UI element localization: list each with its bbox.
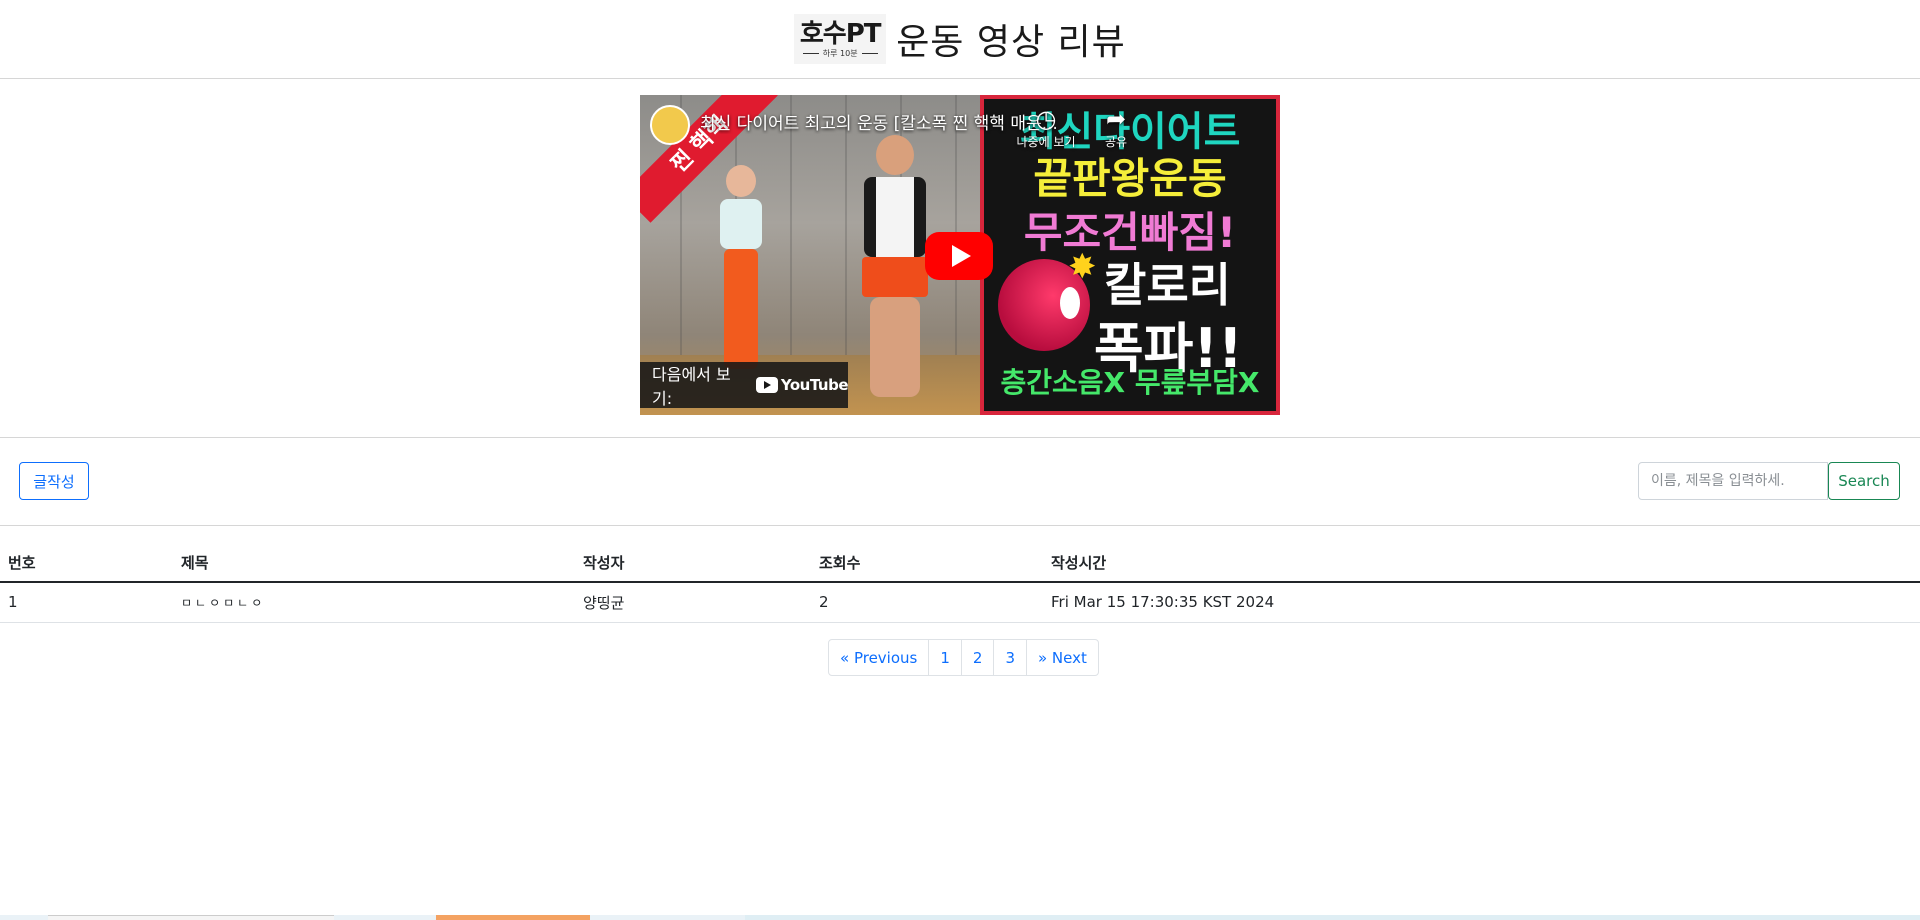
watch-on-label: 다음에서 보기: bbox=[652, 365, 731, 408]
watch-later-label: 나중에 보기 bbox=[1016, 135, 1076, 149]
pagination-previous[interactable]: « Previous bbox=[828, 639, 930, 676]
column-header-time: 작성시간 bbox=[1043, 544, 1920, 583]
site-logo[interactable]: 호수PT 하루 10분 bbox=[794, 14, 887, 64]
logo-main-text: 호수PT bbox=[799, 18, 882, 49]
person-shorts bbox=[862, 257, 928, 297]
thumbnail-text-line: 끝판왕운동 bbox=[1033, 154, 1227, 203]
search-button[interactable]: Search bbox=[1828, 462, 1900, 500]
youtube-embed[interactable]: 최신다이어트 끝판왕운동 무조건빠짐! ✸ 칼로리 폭파!! 층간소음X 무릎부… bbox=[640, 95, 1280, 415]
post-title-link[interactable]: ㅁㄴㅇㅁㄴㅇ bbox=[181, 596, 265, 610]
person-head bbox=[726, 165, 756, 197]
column-header-number: 번호 bbox=[0, 544, 173, 583]
person-head bbox=[876, 135, 914, 175]
logo-divider-right bbox=[861, 52, 878, 54]
logo-sub-text: 하루 10분 bbox=[802, 48, 878, 59]
write-post-button[interactable]: 글작성 bbox=[19, 462, 89, 500]
board-toolbar: 글작성 Search bbox=[0, 438, 1920, 526]
play-button[interactable] bbox=[925, 232, 993, 280]
thumbnail-text-line: 층간소음X 무릎부담X bbox=[1000, 366, 1260, 399]
cell-writer: 양띵균 bbox=[575, 582, 811, 623]
column-header-views: 조회수 bbox=[811, 544, 1043, 583]
search-input[interactable] bbox=[1638, 462, 1828, 500]
logo-divider-left bbox=[802, 52, 819, 54]
column-header-title: 제목 bbox=[173, 544, 575, 583]
person-top bbox=[720, 199, 762, 249]
post-table: 번호 제목 작성자 조회수 작성시간 1 ㅁㄴㅇㅁㄴㅇ 양띵균 2 Fri Ma… bbox=[0, 544, 1920, 623]
person-top bbox=[864, 177, 926, 257]
cell-title[interactable]: ㅁㄴㅇㅁㄴㅇ bbox=[173, 582, 575, 623]
watch-later-button[interactable]: ◷ 나중에 보기 bbox=[1016, 105, 1076, 150]
bottom-strip-segment bbox=[436, 915, 590, 920]
table-header-row: 번호 제목 작성자 조회수 작성시간 bbox=[0, 544, 1920, 583]
cell-views: 2 bbox=[811, 582, 1043, 623]
watch-on-youtube-button[interactable]: 다음에서 보기: YouTube bbox=[640, 362, 849, 408]
youtube-play-icon bbox=[755, 377, 778, 393]
table-row[interactable]: 1 ㅁㄴㅇㅁㄴㅇ 양띵균 2 Fri Mar 15 17:30:35 KST 2… bbox=[0, 582, 1920, 623]
bottom-strip-segment bbox=[48, 915, 334, 920]
bottom-edge-strip bbox=[0, 915, 1920, 920]
cell-time: Fri Mar 15 17:30:35 KST 2024 bbox=[1043, 582, 1920, 623]
video-section: 최신다이어트 끝판왕운동 무조건빠짐! ✸ 칼로리 폭파!! 층간소음X 무릎부… bbox=[0, 79, 1920, 438]
clock-icon: ◷ bbox=[1035, 105, 1057, 133]
youtube-logo: YouTube bbox=[755, 376, 849, 394]
page-header: 호수PT 하루 10분 운동 영상 리뷰 bbox=[0, 0, 1920, 79]
youtube-play-triangle bbox=[764, 381, 772, 389]
channel-avatar[interactable] bbox=[650, 105, 690, 145]
play-icon bbox=[951, 245, 971, 267]
pagination-page-2[interactable]: 2 bbox=[960, 639, 995, 676]
person-legs bbox=[724, 249, 758, 369]
pagination-page-1[interactable]: 1 bbox=[928, 639, 962, 676]
person-legs bbox=[870, 297, 920, 397]
cell-number: 1 bbox=[0, 582, 173, 623]
youtube-wordmark: YouTube bbox=[780, 376, 849, 394]
logo-tagline: 하루 10분 bbox=[822, 48, 858, 58]
share-label: 공유 bbox=[1104, 135, 1128, 149]
pagination: « Previous 1 2 3 » Next bbox=[828, 639, 1099, 676]
page-title: 운동 영상 리뷰 bbox=[896, 22, 1126, 63]
column-header-writer: 작성자 bbox=[575, 544, 811, 583]
bomb-shine bbox=[1060, 287, 1080, 319]
pagination-next[interactable]: » Next bbox=[1025, 639, 1099, 676]
bottom-strip-segment bbox=[745, 915, 1920, 920]
share-icon: ➦ bbox=[1105, 105, 1127, 133]
pagination-page-3[interactable]: 3 bbox=[993, 639, 1027, 676]
share-button[interactable]: ➦ 공유 bbox=[1086, 105, 1146, 150]
spark-icon: ✸ bbox=[1068, 247, 1097, 287]
